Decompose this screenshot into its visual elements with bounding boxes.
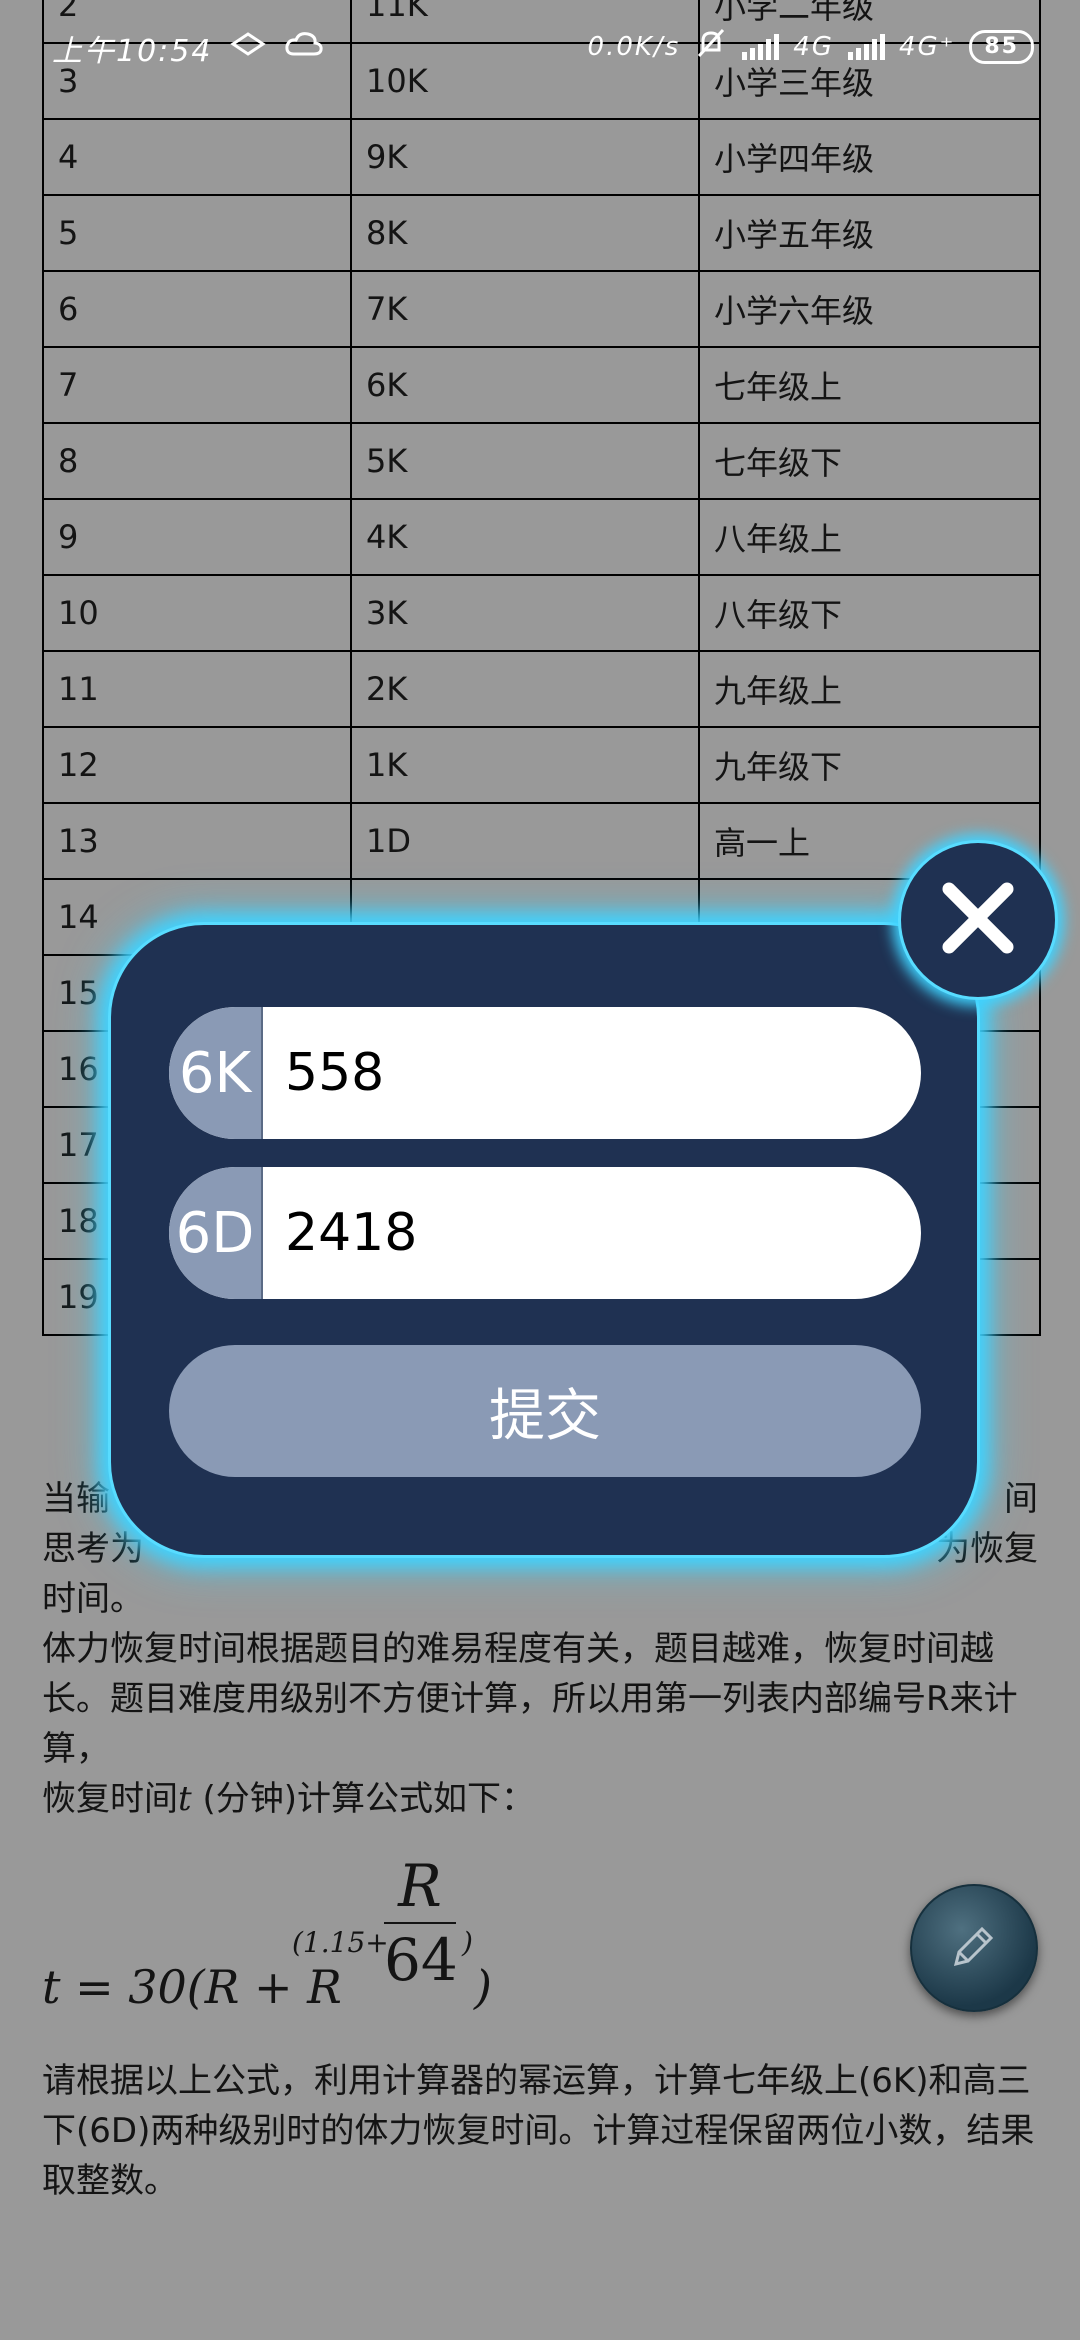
net-speed: 0.0K/s bbox=[587, 31, 681, 62]
mute-bell-icon bbox=[694, 26, 728, 67]
close-icon bbox=[935, 875, 1021, 965]
answer-dialog: 6K 6D 提交 bbox=[108, 922, 980, 1558]
signal-2-icon bbox=[847, 33, 885, 60]
field-6d-label: 6D bbox=[169, 1167, 263, 1299]
status-time: 上午10:54 bbox=[52, 34, 213, 69]
network-1-label: 4G bbox=[793, 31, 834, 62]
field-6k-input[interactable] bbox=[263, 1042, 887, 1104]
edit-fab-button[interactable] bbox=[910, 1884, 1038, 2012]
field-6d[interactable]: 6D bbox=[169, 1167, 921, 1299]
cloud-icon bbox=[284, 30, 324, 66]
pencil-icon bbox=[946, 1918, 1002, 1978]
field-6k-label: 6K bbox=[169, 1007, 263, 1139]
submit-button[interactable]: 提交 bbox=[169, 1345, 921, 1477]
close-button[interactable] bbox=[898, 840, 1058, 1000]
status-bar: 上午10:54 0.0K/s 4G 4G⁺ 85 bbox=[0, 0, 1080, 96]
notification-icon bbox=[230, 30, 267, 66]
network-2-label: 4G⁺ bbox=[898, 31, 956, 62]
field-6d-input[interactable] bbox=[263, 1202, 887, 1264]
signal-1-icon bbox=[742, 33, 780, 60]
field-6k[interactable]: 6K bbox=[169, 1007, 921, 1139]
battery-indicator: 85 bbox=[969, 29, 1034, 64]
